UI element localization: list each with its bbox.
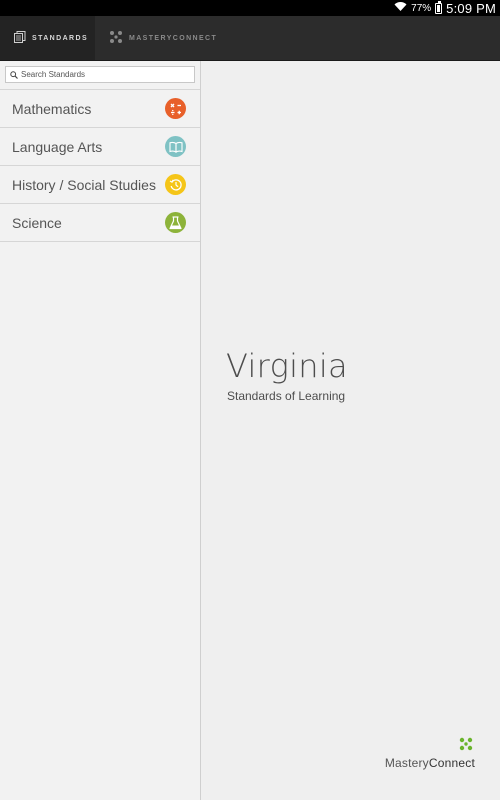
subject-item-language-arts[interactable]: Language Arts — [0, 128, 200, 166]
subject-label: Science — [12, 214, 62, 231]
main-panel: Virginia Standards of Learning MasteryCo… — [201, 61, 500, 800]
subject-list: Mathematics Language Arts History / Soci… — [0, 89, 200, 242]
wifi-icon — [394, 1, 407, 15]
tab-masteryconnect[interactable]: MASTERYCONNECT — [95, 16, 235, 60]
page-subtitle: Standards of Learning — [227, 389, 346, 403]
top-navigation-bar: STANDARDS MASTERYCONNECT — [0, 16, 500, 61]
battery-icon — [435, 0, 443, 14]
flask-icon — [165, 212, 186, 233]
masteryconnect-logo: MasteryConnect — [385, 737, 475, 770]
subject-label: Language Arts — [12, 138, 103, 155]
masteryconnect-brand-icon — [459, 737, 475, 756]
subject-item-history-social-studies[interactable]: History / Social Studies — [0, 166, 200, 204]
masteryconnect-logo-icon — [109, 30, 123, 46]
clock: 5:09 PM — [446, 0, 496, 16]
tab-standards[interactable]: STANDARDS — [0, 16, 95, 60]
subject-label: History / Social Studies — [12, 176, 156, 193]
brand-prefix: Mastery — [384, 756, 429, 770]
standards-icon — [14, 31, 26, 45]
subject-label: Mathematics — [12, 100, 92, 117]
math-operators-icon — [165, 98, 186, 119]
subject-item-mathematics[interactable]: Mathematics — [0, 90, 200, 128]
page-title: Virginia — [226, 347, 348, 385]
search-box[interactable] — [5, 66, 195, 83]
open-book-icon — [165, 136, 186, 157]
search-input[interactable] — [18, 70, 181, 79]
status-bar: 77% 5:09 PM — [0, 0, 500, 16]
search-icon — [10, 66, 18, 84]
tab-masteryconnect-label: MASTERYCONNECT — [129, 34, 218, 42]
subject-item-science[interactable]: Science — [0, 204, 200, 242]
history-clock-icon — [165, 174, 186, 195]
tab-standards-label: STANDARDS — [32, 34, 89, 42]
status-indicators: 77% 5:09 PM — [394, 0, 496, 16]
sidebar: Mathematics Language Arts — [0, 61, 201, 800]
brand-wordmark: MasteryConnect — [385, 756, 475, 770]
brand-suffix: Connect — [428, 756, 475, 770]
battery-percent: 77% — [411, 2, 432, 14]
